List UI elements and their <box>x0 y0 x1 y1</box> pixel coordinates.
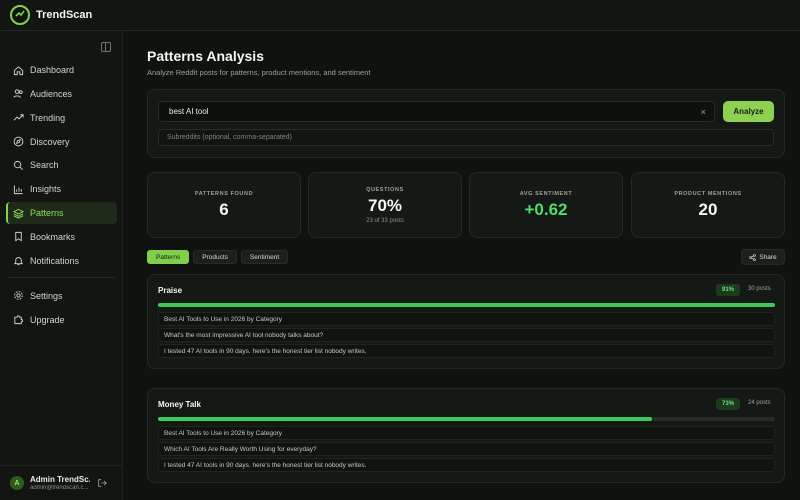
logo-icon <box>10 5 30 25</box>
pattern-percent-badge: 91% <box>716 284 741 296</box>
sidebar: Dashboard Audiences Trending Discovery S… <box>0 31 123 500</box>
bell-icon <box>13 257 24 266</box>
sidebar-item-notifications[interactable]: Notifications <box>6 250 117 272</box>
sidebar-item-audiences[interactable]: Audiences <box>6 83 117 105</box>
pattern-progress-fill <box>158 417 652 421</box>
gear-icon <box>14 291 23 301</box>
tab-products[interactable]: Products <box>193 250 237 264</box>
pattern-progress-track <box>158 303 775 307</box>
avatar: A <box>10 476 24 490</box>
main-content: Patterns Analysis Analyze Reddit posts f… <box>123 31 800 500</box>
analyze-button[interactable]: Analyze <box>723 101 774 122</box>
stat-avg-sentiment: AVG SENTIMENT +0.62 <box>469 172 623 238</box>
collapse-sidebar-icon[interactable] <box>101 42 111 52</box>
app-name: TrendScan <box>36 9 93 21</box>
subreddits-input[interactable]: Subreddits (optional, comma-separated) <box>158 129 774 146</box>
bookmark-icon <box>15 232 22 242</box>
sidebar-item-trending[interactable]: Trending <box>6 107 117 129</box>
pattern-post-count: 30 posts <box>748 286 771 292</box>
list-item[interactable]: I tested 47 AI tools in 90 days. here's … <box>158 344 775 358</box>
sidebar-nav: Dashboard Audiences Trending Discovery S… <box>6 59 117 332</box>
logout-icon[interactable] <box>97 478 107 488</box>
users-icon <box>13 89 23 99</box>
sidebar-item-label: Discovery <box>30 136 70 147</box>
pattern-progress-track <box>158 417 775 421</box>
pattern-title: Money Talk <box>158 400 201 409</box>
share-button[interactable]: Share <box>741 249 785 265</box>
sidebar-item-patterns[interactable]: Patterns <box>6 202 117 225</box>
stat-questions: QUESTIONS 70% 23 of 33 posts <box>308 172 462 238</box>
list-item[interactable]: Best AI Tools to Use in 2026 by Category <box>158 426 775 440</box>
user-email: admin@trendscan.c... <box>30 485 89 491</box>
stat-patterns-found: PATTERNS FOUND 6 <box>147 172 301 238</box>
share-label: Share <box>759 253 777 261</box>
stat-label: PRODUCT MENTIONS <box>674 190 742 197</box>
pattern-card-praise: Praise 91% 30 posts Best AI Tools to Use… <box>147 274 785 369</box>
sidebar-item-label: Insights <box>30 184 62 195</box>
pattern-post-count: 24 posts <box>748 400 771 406</box>
top-bar: TrendScan <box>0 0 800 31</box>
pattern-progress-fill <box>158 303 775 307</box>
sidebar-item-insights[interactable]: Insights <box>6 178 117 200</box>
list-item[interactable]: Best AI Tools to Use in 2026 by Category <box>158 312 775 326</box>
layers-icon <box>13 208 24 219</box>
sidebar-item-label: Notifications <box>30 255 80 266</box>
page-title: Patterns Analysis <box>147 48 264 64</box>
search-input-value: best AI tool <box>169 107 209 116</box>
pattern-posts: Best AI Tools to Use in 2026 by Category… <box>158 426 775 474</box>
stat-label: QUESTIONS <box>366 186 404 193</box>
pattern-title: Praise <box>158 286 183 295</box>
search-icon <box>13 160 23 170</box>
stats-row: PATTERNS FOUND 6 QUESTIONS 70% 23 of 33 … <box>147 172 785 238</box>
sidebar-item-label: Bookmarks <box>30 231 76 242</box>
stat-label: AVG SENTIMENT <box>519 190 573 197</box>
list-item[interactable]: What's the most impressive AI tool nobod… <box>158 328 775 342</box>
compass-icon <box>13 136 24 147</box>
stat-value: 6 <box>219 199 229 219</box>
pattern-card-money-talk: Money Talk 73% 24 posts Best AI Tools to… <box>147 388 785 483</box>
puzzle-icon <box>14 315 24 325</box>
sidebar-item-label: Audiences <box>30 88 73 99</box>
pattern-percent-badge: 73% <box>716 398 741 410</box>
tab-bar: Patterns Products Sentiment <box>147 250 292 264</box>
sidebar-item-upgrade[interactable]: Upgrade <box>6 309 117 331</box>
sidebar-item-search[interactable]: Search <box>6 154 117 176</box>
stat-value: 70% <box>367 195 403 215</box>
stat-subtext: 23 of 33 posts <box>366 217 404 224</box>
sidebar-divider <box>8 276 115 278</box>
sidebar-item-settings[interactable]: Settings <box>6 285 117 307</box>
list-item[interactable]: Which AI Tools Are Really Worth Using fo… <box>158 442 775 456</box>
sidebar-item-label: Settings <box>30 290 63 301</box>
sidebar-item-label: Dashboard <box>30 65 75 75</box>
stat-product-mentions: PRODUCT MENTIONS 20 <box>631 172 785 238</box>
search-panel: best AI tool × Analyze Subreddits (optio… <box>147 89 785 158</box>
sidebar-item-dashboard[interactable]: Dashboard <box>6 59 117 81</box>
sidebar-item-label: Upgrade <box>30 314 65 325</box>
sidebar-item-discovery[interactable]: Discovery <box>6 131 117 153</box>
stat-label: PATTERNS FOUND <box>194 190 254 197</box>
bar-chart-icon <box>13 185 23 194</box>
sidebar-item-bookmarks[interactable]: Bookmarks <box>6 226 117 248</box>
sidebar-item-label: Search <box>30 160 59 171</box>
search-input[interactable]: best AI tool × <box>158 101 715 122</box>
user-name: Admin TrendSc... <box>30 475 90 484</box>
clear-icon[interactable]: × <box>701 107 706 117</box>
page-subtitle: Analyze Reddit posts for patterns, produ… <box>147 68 371 77</box>
sidebar-item-label: Patterns <box>30 208 64 219</box>
stat-value: +0.62 <box>524 199 568 219</box>
share-icon <box>749 253 757 261</box>
sidebar-item-label: Trending <box>30 112 66 123</box>
pattern-posts: Best AI Tools to Use in 2026 by Category… <box>158 312 775 360</box>
trending-icon <box>13 114 24 121</box>
user-profile[interactable]: A Admin TrendSc... admin@trendscan.c... <box>0 465 122 500</box>
list-item[interactable]: I tested 47 AI tools in 90 days. here's … <box>158 458 775 472</box>
tab-patterns[interactable]: Patterns <box>147 250 190 264</box>
tab-sentiment[interactable]: Sentiment <box>240 250 289 264</box>
home-icon <box>13 65 24 75</box>
stat-value: 20 <box>698 199 718 219</box>
